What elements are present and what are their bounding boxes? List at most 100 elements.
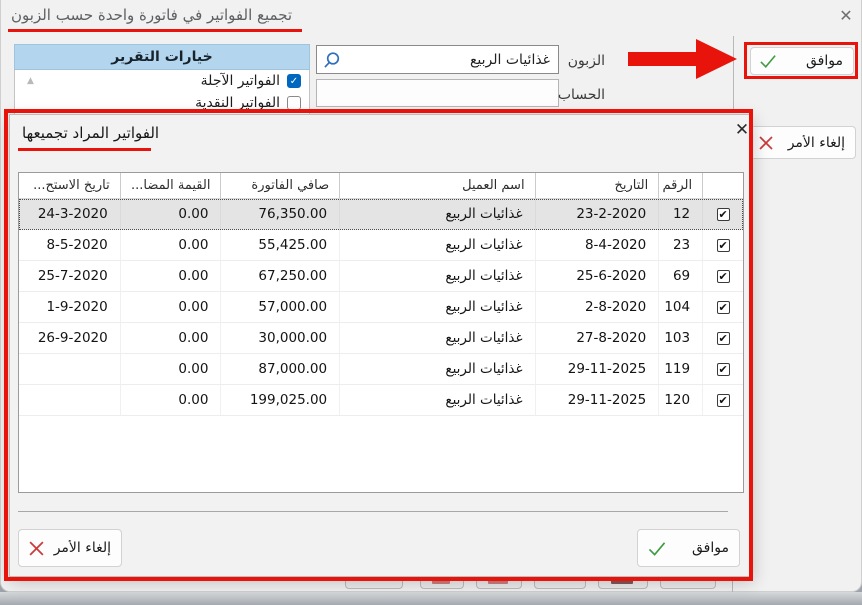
cell-customer: غذائيات الربيع: [339, 323, 534, 353]
table-row[interactable]: 1-9-20200.0057,000.00غذائيات الربيع2-8-2…: [19, 292, 743, 323]
row-checkbox[interactable]: ✔: [717, 208, 730, 221]
red-x-icon: [28, 540, 45, 557]
row-checkbox[interactable]: ✔: [717, 332, 730, 345]
table-row[interactable]: 26-9-20200.0030,000.00غذائيات الربيع27-8…: [19, 323, 743, 354]
report-option-label: الفواتير الآجلة: [201, 73, 280, 89]
cell-due: 25-7-2020: [19, 261, 120, 291]
cell-customer: غذائيات الربيع: [339, 292, 534, 322]
green-check-icon: [759, 53, 777, 69]
cell-net: 87,000.00: [220, 354, 339, 384]
cell-due: 1-9-2020: [19, 292, 120, 322]
column-header-net[interactable]: صافي الفاتورة: [220, 173, 339, 198]
option-checkbox[interactable]: [287, 96, 301, 110]
cell-checkbox: ✔: [702, 230, 743, 260]
table-row[interactable]: 0.0087,000.00غذائيات الربيع29-11-2025119…: [19, 354, 743, 385]
cell-number: 104: [658, 292, 702, 322]
cell-net: 55,425.00: [220, 230, 339, 260]
cell-customer: غذائيات الربيع: [339, 354, 534, 384]
cell-net: 76,350.00: [220, 199, 339, 229]
cell-number: 12: [658, 199, 702, 229]
red-x-icon: [758, 135, 774, 151]
table-row[interactable]: 0.00199,025.00غذائيات الربيع29-11-202512…: [19, 385, 743, 416]
panel-divider: [732, 581, 733, 592]
column-header-customer[interactable]: اسم العميل: [339, 173, 534, 198]
panel-divider: [733, 36, 734, 110]
cell-net: 199,025.00: [220, 385, 339, 415]
cell-vat: 0.00: [120, 261, 221, 291]
cell-vat: 0.00: [120, 385, 221, 415]
cell-vat: 0.00: [120, 292, 221, 322]
account-field[interactable]: [316, 79, 559, 107]
window-title: تجميع الفواتير في فاتورة واحدة حسب الزبو…: [11, 6, 292, 24]
ok-button-main[interactable]: موافق: [750, 47, 854, 75]
cell-checkbox: ✔: [702, 385, 743, 415]
invoices-to-merge-dialog: الفواتير المراد تجميعها ✕ تاريخ الاستح..…: [9, 114, 753, 577]
customer-label: الزبون: [563, 53, 605, 69]
column-header-number[interactable]: الرقم: [658, 173, 702, 198]
dialog-separator: [18, 511, 728, 512]
cell-date: 2-8-2020: [535, 292, 659, 322]
green-check-icon: [647, 540, 667, 557]
customer-search-input[interactable]: [341, 46, 558, 73]
cell-date: 8-4-2020: [535, 230, 659, 260]
cell-checkbox: ✔: [702, 354, 743, 384]
row-checkbox[interactable]: ✔: [717, 301, 730, 314]
cell-due: 26-9-2020: [19, 323, 120, 353]
cell-net: 67,250.00: [220, 261, 339, 291]
report-option-item[interactable]: الفواتير الآجلة ✓: [15, 70, 309, 92]
cell-customer: غذائيات الربيع: [339, 261, 534, 291]
ok-button-dialog[interactable]: موافق: [637, 529, 740, 567]
column-header-due[interactable]: تاريخ الاستح...: [19, 173, 120, 198]
cell-net: 30,000.00: [220, 323, 339, 353]
cell-due: [19, 354, 120, 384]
table-row[interactable]: 25-7-20200.0067,250.00غذائيات الربيع25-6…: [19, 261, 743, 292]
cancel-button-dialog[interactable]: إلغاء الأمر: [18, 529, 122, 567]
cell-net: 57,000.00: [220, 292, 339, 322]
cell-number: 120: [658, 385, 702, 415]
cell-vat: 0.00: [120, 323, 221, 353]
cell-checkbox: ✔: [702, 261, 743, 291]
dialog-title: الفواتير المراد تجميعها: [22, 124, 159, 142]
report-options-panel: خيارات التقرير ▲ الفواتير الآجلة✓الفواتي…: [14, 44, 310, 116]
cell-checkbox: ✔: [702, 323, 743, 353]
dialog-close-icon[interactable]: ✕: [730, 118, 754, 142]
customer-search-field[interactable]: [316, 45, 559, 74]
cell-customer: غذائيات الربيع: [339, 199, 534, 229]
cell-vat: 0.00: [120, 199, 221, 229]
row-checkbox[interactable]: ✔: [717, 394, 730, 407]
report-options-list: ▲ الفواتير الآجلة ✓ الفواتير النقدية: [14, 70, 310, 116]
cancel-button-main[interactable]: إلغاء الأمر: [749, 126, 856, 159]
column-header-date[interactable]: التاريخ: [535, 173, 659, 198]
report-option-label: الفواتير النقدية: [195, 95, 280, 111]
row-checkbox[interactable]: ✔: [717, 239, 730, 252]
cell-checkbox: ✔: [702, 292, 743, 322]
row-checkbox[interactable]: ✔: [717, 363, 730, 376]
cell-number: 119: [658, 354, 702, 384]
row-checkbox[interactable]: ✔: [717, 270, 730, 283]
option-checkbox[interactable]: ✓: [287, 74, 301, 88]
cell-date: 29-11-2025: [535, 385, 659, 415]
column-header-vat[interactable]: القيمة المضا...: [120, 173, 221, 198]
table-header-row: تاريخ الاستح...القيمة المضا...صافي الفات…: [19, 173, 743, 199]
close-icon[interactable]: ✕: [834, 4, 858, 28]
table-row[interactable]: 24-3-20200.0076,350.00غذائيات الربيع23-2…: [19, 199, 743, 230]
cell-date: 23-2-2020: [535, 199, 659, 229]
screen: تجميع الفواتير في فاتورة واحدة حسب الزبو…: [0, 0, 862, 605]
search-icon: [323, 51, 341, 69]
account-label: الحساب: [559, 87, 605, 103]
cell-vat: 0.00: [120, 354, 221, 384]
scrollbar-up-icon[interactable]: ▲: [27, 76, 34, 86]
cell-date: 27-8-2020: [535, 323, 659, 353]
report-option-item[interactable]: الفواتير النقدية: [15, 92, 309, 114]
cell-due: [19, 385, 120, 415]
cell-customer: غذائيات الربيع: [339, 385, 534, 415]
cell-number: 23: [658, 230, 702, 260]
invoices-table: تاريخ الاستح...القيمة المضا...صافي الفات…: [18, 172, 744, 493]
desktop-strip: [0, 592, 862, 605]
cell-due: 24-3-2020: [19, 199, 120, 229]
report-options-header: خيارات التقرير: [14, 44, 310, 70]
cell-date: 25-6-2020: [535, 261, 659, 291]
column-header-checkbox[interactable]: [702, 173, 743, 198]
table-row[interactable]: 8-5-20200.0055,425.00غذائيات الربيع8-4-2…: [19, 230, 743, 261]
cell-customer: غذائيات الربيع: [339, 230, 534, 260]
